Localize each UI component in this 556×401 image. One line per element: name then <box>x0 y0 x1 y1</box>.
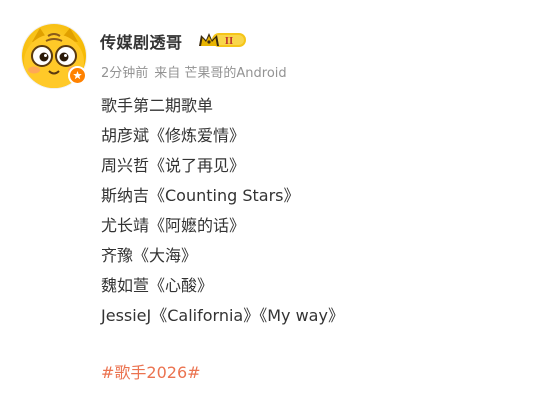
author-name[interactable]: 传媒剧透哥 <box>100 29 183 53</box>
orange-verified-icon <box>73 71 82 80</box>
post-line: 斯纳吉《Counting Stars》 <box>101 186 300 205</box>
post-line: 周兴哲《说了再见》 <box>101 156 246 175</box>
post-line: 齐豫《大海》 <box>101 246 198 265</box>
post-line: 魏如萱《心酸》 <box>101 276 214 295</box>
vip-badge[interactable]: II <box>198 30 248 50</box>
post-line: JessieJ《California》《My way》 <box>101 306 344 325</box>
post-meta: 2分钟前 来自 芒果哥的Android <box>101 62 293 81</box>
post-line: 歌手第二期歌单 <box>101 96 214 115</box>
post-content: 歌手第二期歌单 胡彦斌《修炼爱情》 周兴哲《说了再见》 斯纳吉《Counting… <box>101 91 344 331</box>
post-line: 尤长靖《阿嬷的话》 <box>101 216 246 235</box>
badge-level-text: II <box>225 35 234 47</box>
verified-icon <box>68 66 87 85</box>
crown-vip-badge-icon: II <box>199 33 246 47</box>
post-line: 胡彦斌《修炼爱情》 <box>101 126 246 145</box>
hashtag-link[interactable]: #歌手2026# <box>101 362 201 384</box>
post-time[interactable]: 2分钟前 <box>101 66 148 81</box>
weibo-post-card: 传媒剧透哥 II 2分钟前 来自 芒果哥的Android 歌手第二期歌单 胡彦斌《… <box>0 0 556 401</box>
post-source: 来自 芒果哥的Android <box>154 66 287 81</box>
